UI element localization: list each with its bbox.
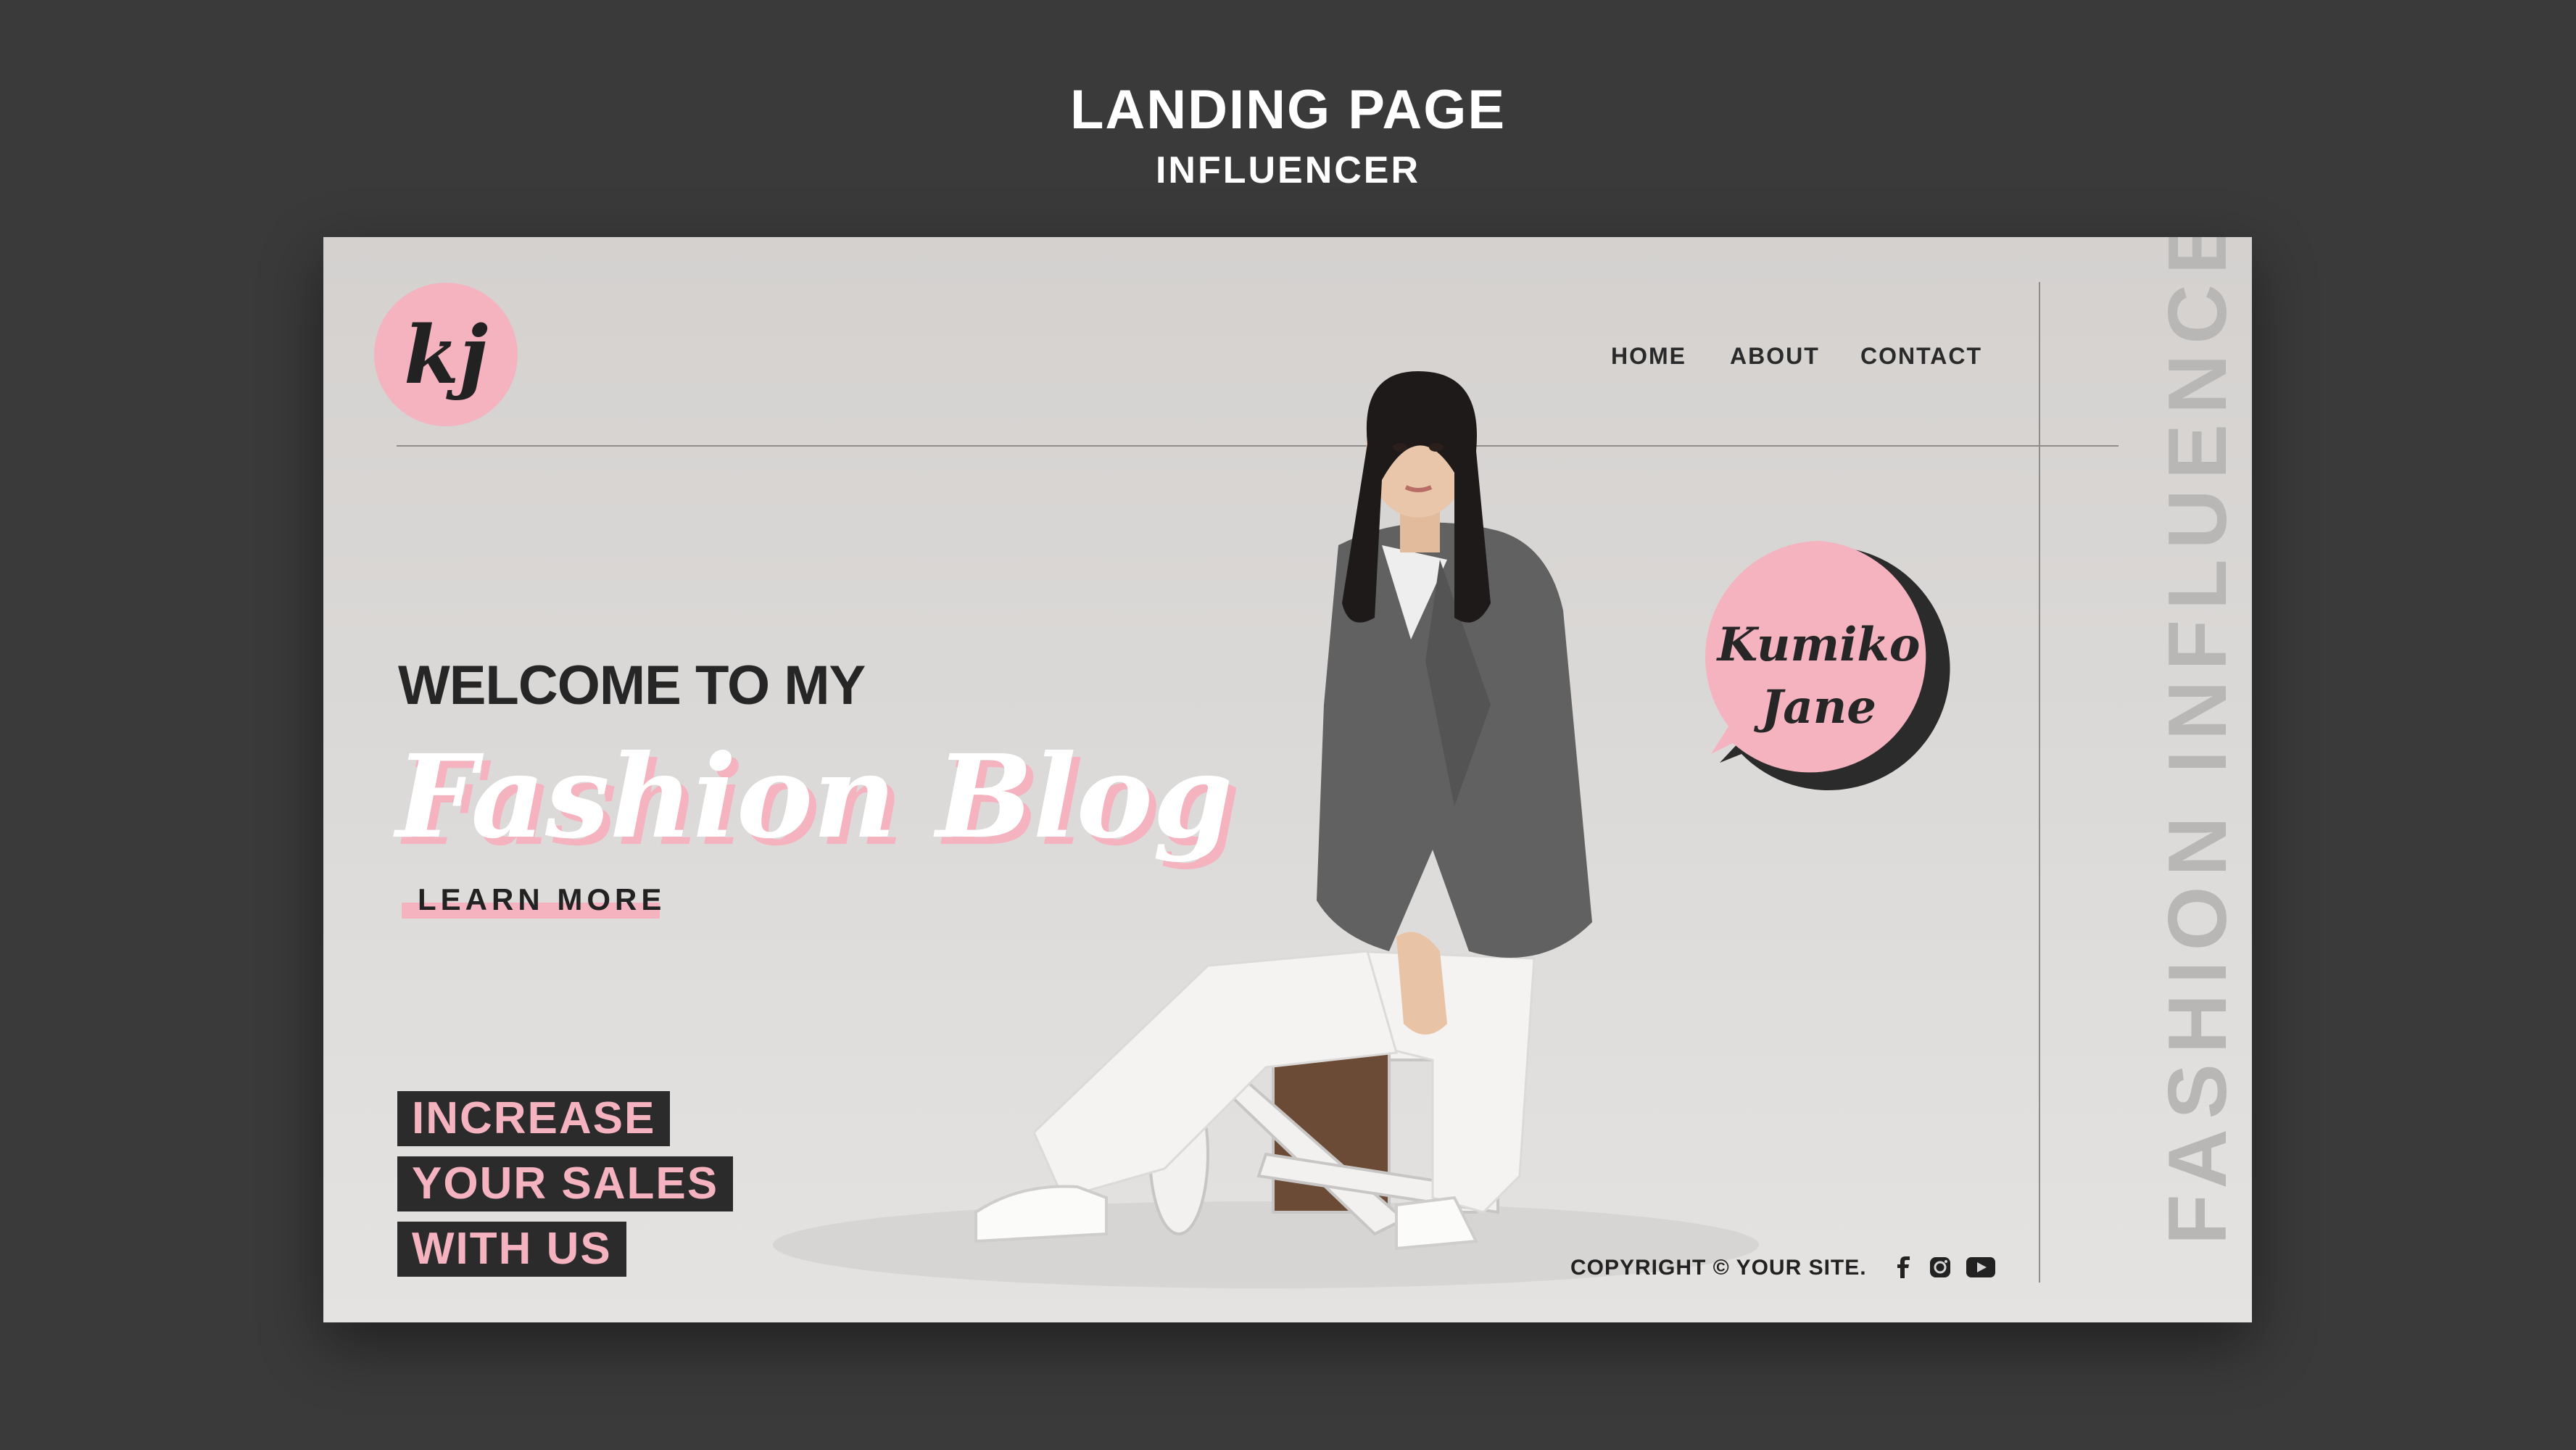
nav-contact[interactable]: CONTACT [1860, 343, 1982, 370]
side-vertical-title: FASHION INFLUENCER [2152, 237, 2244, 1245]
page-subtitle: INFLUENCER [1155, 149, 1421, 191]
bubble-last-name: Jane [1761, 680, 1876, 734]
learn-more-button[interactable]: LEARN MORE [402, 882, 666, 919]
fashion-blog-headline: Fashion Blog [396, 730, 1233, 864]
page-title: LANDING PAGE [1069, 79, 1507, 141]
promo-line-2: YOUR SALES [397, 1156, 734, 1211]
instagram-icon[interactable] [1926, 1255, 1955, 1280]
hands [1396, 932, 1447, 1035]
side-divider [2039, 282, 2040, 1283]
bubble-name: Kumiko Jane [1694, 614, 1944, 739]
promo-line-3: WITH US [397, 1222, 626, 1277]
facebook-icon[interactable] [1889, 1255, 1918, 1280]
copyright-text: COPYRIGHT © YOUR SITE. [1570, 1256, 1867, 1280]
left-shoe [974, 1185, 1108, 1243]
bubble-first-name: Kumiko [1717, 618, 1921, 672]
welcome-heading: WELCOME TO MY [398, 655, 866, 716]
logo-badge[interactable]: kj [374, 283, 518, 426]
youtube-icon[interactable] [1966, 1255, 1995, 1280]
learn-more-label: LEARN MORE [418, 882, 666, 916]
promo-line-1: INCREASE [397, 1091, 671, 1146]
landing-page-mockup: kj HOME ABOUT CONTACT FASHION INFLUENCER [323, 237, 2252, 1322]
